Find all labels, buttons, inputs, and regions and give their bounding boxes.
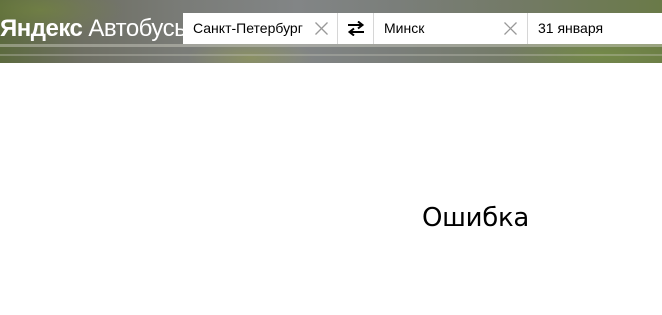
from-city-field[interactable]: Санкт-Петербург bbox=[183, 13, 338, 44]
close-icon[interactable] bbox=[314, 21, 329, 36]
to-city-field[interactable]: Минск bbox=[374, 13, 528, 44]
header-background-road bbox=[0, 44, 662, 47]
logo-brand[interactable]: Яндекс bbox=[0, 15, 83, 42]
header-bar: Яндекс Автобусы Санкт-Петербург Минск 31… bbox=[0, 0, 662, 63]
date-input[interactable]: 31 января bbox=[538, 13, 603, 44]
error-title: Ошибка bbox=[422, 203, 530, 233]
swap-button[interactable] bbox=[338, 13, 374, 44]
close-icon[interactable] bbox=[503, 21, 518, 36]
logo[interactable]: Яндекс Автобусы bbox=[0, 14, 191, 44]
from-city-input[interactable]: Санкт-Петербург bbox=[193, 13, 303, 44]
to-city-input[interactable]: Минск bbox=[384, 13, 424, 44]
header-background-road-line bbox=[0, 54, 662, 56]
date-field[interactable]: 31 января bbox=[528, 13, 662, 44]
swap-arrows-icon[interactable] bbox=[347, 20, 365, 37]
logo-product[interactable]: Автобусы bbox=[88, 15, 191, 42]
